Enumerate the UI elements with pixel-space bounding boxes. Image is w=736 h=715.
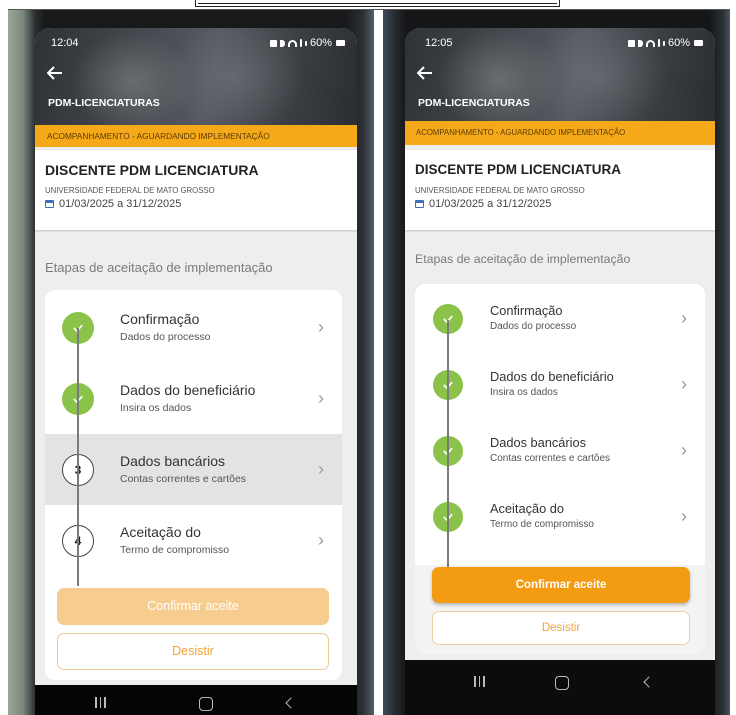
calendar-icon (45, 200, 54, 208)
step-subtitle: Contas correntes e cartões (120, 472, 247, 485)
wifi-icon (287, 39, 297, 47)
signal-icon (662, 40, 665, 46)
notification-icon (269, 39, 277, 47)
chevron-right-icon: › (681, 506, 687, 526)
notification-icon (627, 39, 635, 47)
step-aceitacao-termo[interactable]: 4 Aceitação do Termo de compromisso › (45, 505, 342, 576)
status-bar-icons: 60% (627, 37, 703, 49)
period-text: 01/03/2025 a 31/12/2025 (429, 198, 552, 210)
confirm-accept-button[interactable]: Confirmar aceite (432, 567, 690, 603)
chevron-right-icon: › (318, 387, 324, 408)
program-card: DISCENTE PDM LICENCIATURA UNIVERSIDADE F… (35, 150, 357, 230)
confirm-accept-button[interactable]: Confirmar aceite (57, 588, 329, 625)
step-subtitle: Insira os dados (490, 387, 558, 398)
period-row: 01/03/2025 a 31/12/2025 (415, 198, 551, 210)
section-title: Etapas de aceitação de implementação (415, 252, 631, 266)
step-confirmacao[interactable]: Confirmação Dados do processo › (45, 292, 342, 363)
institution-name: UNIVERSIDADE FEDERAL DE MATO GROSSO (415, 186, 585, 195)
program-title: DISCENTE PDM LICENCIATURA (415, 162, 622, 177)
mute-icon (637, 39, 643, 47)
back-icon[interactable] (285, 697, 297, 709)
phone-screen: 12:04 60% PDM-LICENCIATURAS ACOMPANHAMEN… (35, 28, 357, 715)
recent-apps-icon[interactable] (474, 676, 485, 687)
top-frame-fragment (195, 0, 560, 7)
status-bar-icons: 60% (269, 37, 345, 49)
give-up-button[interactable]: Desistir (57, 633, 329, 670)
signal-icon (299, 39, 302, 47)
recent-apps-icon[interactable] (95, 697, 106, 708)
period-row: 01/03/2025 a 31/12/2025 (45, 198, 181, 210)
step-title: Dados bancários (120, 452, 226, 469)
battery-icon (336, 40, 345, 46)
step-subtitle: Termo de compromisso (120, 543, 230, 556)
step-subtitle: Contas correntes e cartões (490, 453, 611, 464)
wifi-icon (645, 39, 655, 47)
home-icon[interactable] (555, 676, 569, 690)
status-time: 12:04 (51, 37, 79, 49)
phone-screen: 12:05 60% PDM-LICENCIATURAS ACOMPANHAMEN… (405, 28, 715, 715)
mute-icon (279, 39, 285, 47)
section-title: Etapas de aceitação de implementação (45, 260, 273, 275)
step-title: Confirmação (490, 303, 563, 318)
step-subtitle: Insira os dados (120, 401, 192, 414)
step-title: Dados bancários (490, 435, 587, 450)
system-nav-bar (405, 660, 715, 715)
chevron-right-icon: › (318, 458, 324, 479)
institution-name: UNIVERSIDADE FEDERAL DE MATO GROSSO (45, 186, 215, 195)
step-dados-bancarios[interactable]: 3 Dados bancários Contas correntes e car… (45, 434, 342, 505)
step-title: Dados do beneficiário (490, 369, 614, 384)
phone-photo-left: 12:04 60% PDM-LICENCIATURAS ACOMPANHAMEN… (8, 10, 374, 715)
signal-icon (657, 39, 660, 47)
step-title: Dados do beneficiário (120, 381, 256, 398)
step-title: Confirmação (120, 310, 200, 327)
battery-icon (694, 40, 703, 46)
calendar-icon (415, 200, 424, 208)
program-title: DISCENTE PDM LICENCIATURA (45, 162, 259, 178)
system-nav-bar (35, 685, 357, 715)
step-title: Aceitação do (120, 523, 201, 540)
home-icon[interactable] (199, 697, 213, 711)
status-banner: ACOMPANHAMENTO - AGUARDANDO IMPLEMENTAÇÃ… (405, 121, 715, 145)
step-dados-beneficiario[interactable]: Dados do beneficiário Insira os dados › (45, 363, 342, 434)
step-subtitle: Dados do processo (490, 321, 577, 332)
step-title: Aceitação do (490, 501, 564, 516)
status-time: 12:05 (425, 37, 453, 49)
status-banner: ACOMPANHAMENTO - AGUARDANDO IMPLEMENTAÇÃ… (35, 125, 357, 147)
step-dados-beneficiario[interactable]: Dados do beneficiário Insira os dados › (415, 352, 705, 418)
back-arrow-icon[interactable] (47, 66, 63, 80)
period-text: 01/03/2025 a 31/12/2025 (59, 198, 182, 210)
status-banner-text: ACOMPANHAMENTO - AGUARDANDO IMPLEMENTAÇÃ… (416, 128, 626, 137)
give-up-button[interactable]: Desistir (432, 611, 690, 645)
back-icon[interactable] (643, 676, 655, 688)
status-banner-text: ACOMPANHAMENTO - AGUARDANDO IMPLEMENTAÇÃ… (47, 131, 270, 141)
step-aceitacao-termo[interactable]: Aceitação do Termo de compromisso › (415, 484, 705, 550)
chevron-right-icon: › (318, 316, 324, 337)
battery-percent: 60% (309, 37, 332, 49)
chevron-right-icon: › (681, 374, 687, 394)
program-card: DISCENTE PDM LICENCIATURA UNIVERSIDADE F… (405, 150, 715, 230)
chevron-right-icon: › (681, 308, 687, 328)
chevron-right-icon: › (681, 440, 687, 460)
page-title: PDM-LICENCIATURAS (48, 97, 160, 109)
back-arrow-icon[interactable] (417, 66, 433, 80)
step-confirmacao[interactable]: Confirmação Dados do processo › (415, 286, 705, 352)
steps-connector-line (447, 320, 449, 567)
signal-icon (304, 40, 307, 46)
steps-connector-line (77, 328, 79, 586)
page-title: PDM-LICENCIATURAS (418, 97, 530, 109)
chevron-right-icon: › (318, 529, 324, 550)
battery-percent: 60% (667, 37, 690, 49)
step-dados-bancarios[interactable]: Dados bancários Contas correntes e cartõ… (415, 418, 705, 484)
step-subtitle: Termo de compromisso (490, 519, 594, 530)
step-subtitle: Dados do processo (120, 330, 211, 343)
phone-photo-right: 12:05 60% PDM-LICENCIATURAS ACOMPANHAMEN… (383, 10, 730, 715)
